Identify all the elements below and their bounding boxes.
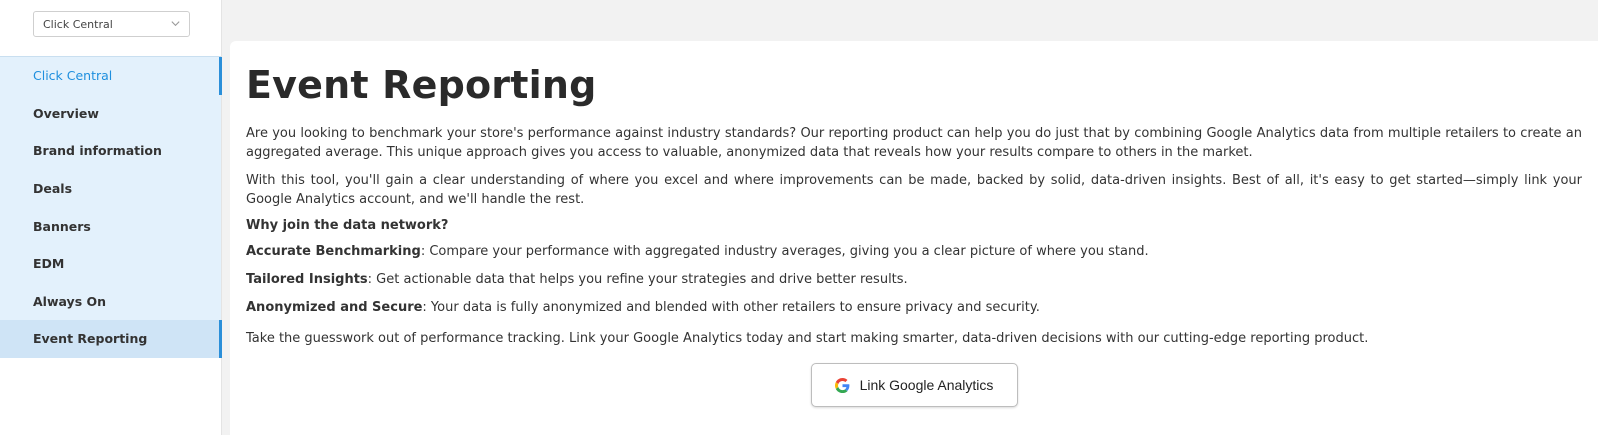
benefit-item: Accurate Benchmarking: Compare your perf… — [246, 242, 1582, 261]
store-select-value: Click Central — [43, 17, 113, 31]
sidebar-item-always-on[interactable]: Always On — [0, 283, 221, 321]
sidebar-item-overview[interactable]: Overview — [0, 95, 221, 133]
benefit-item: Anonymized and Secure: Your data is full… — [246, 298, 1582, 317]
sidebar-item-banners[interactable]: Banners — [0, 207, 221, 245]
link-google-analytics-button[interactable]: Link Google Analytics — [810, 363, 1018, 407]
benefit-title: Tailored Insights — [246, 272, 368, 287]
benefit-text: : Get actionable data that helps you ref… — [367, 272, 908, 287]
sidebar-nav: Click Central Overview Brand information… — [0, 56, 222, 358]
google-g-icon — [834, 377, 849, 393]
sidebar-item-label: Brand information — [33, 143, 162, 159]
main-panel: Event Reporting Are you looking to bench… — [230, 41, 1598, 435]
intro-paragraph: Are you looking to benchmark your store'… — [246, 126, 1582, 160]
tool-paragraph: With this tool, you'll gain a clear unde… — [246, 173, 1582, 207]
store-select[interactable]: Click Central — [33, 11, 190, 37]
sidebar: Click Central Click Central Overview Bra… — [0, 0, 222, 435]
benefit-text: : Compare your performance with aggregat… — [420, 244, 1149, 259]
benefit-title: Accurate Benchmarking — [246, 244, 421, 259]
why-heading: Why join the data network? — [246, 218, 449, 233]
sidebar-item-label: Event Reporting — [33, 331, 148, 347]
sidebar-item-label: EDM — [33, 256, 65, 272]
chevron-down-icon — [171, 21, 180, 27]
benefit-text: : Your data is fully anonymized and blen… — [422, 300, 1040, 315]
closing-paragraph: Take the guesswork out of performance tr… — [246, 331, 1369, 346]
sidebar-item-label: Banners — [33, 218, 91, 234]
sidebar-item-deals[interactable]: Deals — [0, 170, 221, 208]
sidebar-item-event-reporting[interactable]: Event Reporting — [0, 320, 222, 358]
benefit-item: Tailored Insights: Get actionable data t… — [246, 270, 1582, 289]
cta-wrapper: Link Google Analytics — [246, 363, 1582, 407]
sidebar-item-label: Deals — [33, 181, 73, 197]
sidebar-item-click-central[interactable]: Click Central — [0, 57, 222, 95]
sidebar-item-label: Overview — [33, 105, 99, 121]
benefit-title: Anonymized and Secure — [246, 300, 423, 315]
sidebar-item-edm[interactable]: EDM — [0, 245, 221, 283]
cta-label: Link Google Analytics — [859, 377, 994, 393]
sidebar-item-label: Click Central — [33, 68, 113, 84]
sidebar-item-label: Always On — [33, 293, 107, 309]
sidebar-item-brand-information[interactable]: Brand information — [0, 132, 221, 170]
page-title: Event Reporting — [246, 63, 597, 107]
